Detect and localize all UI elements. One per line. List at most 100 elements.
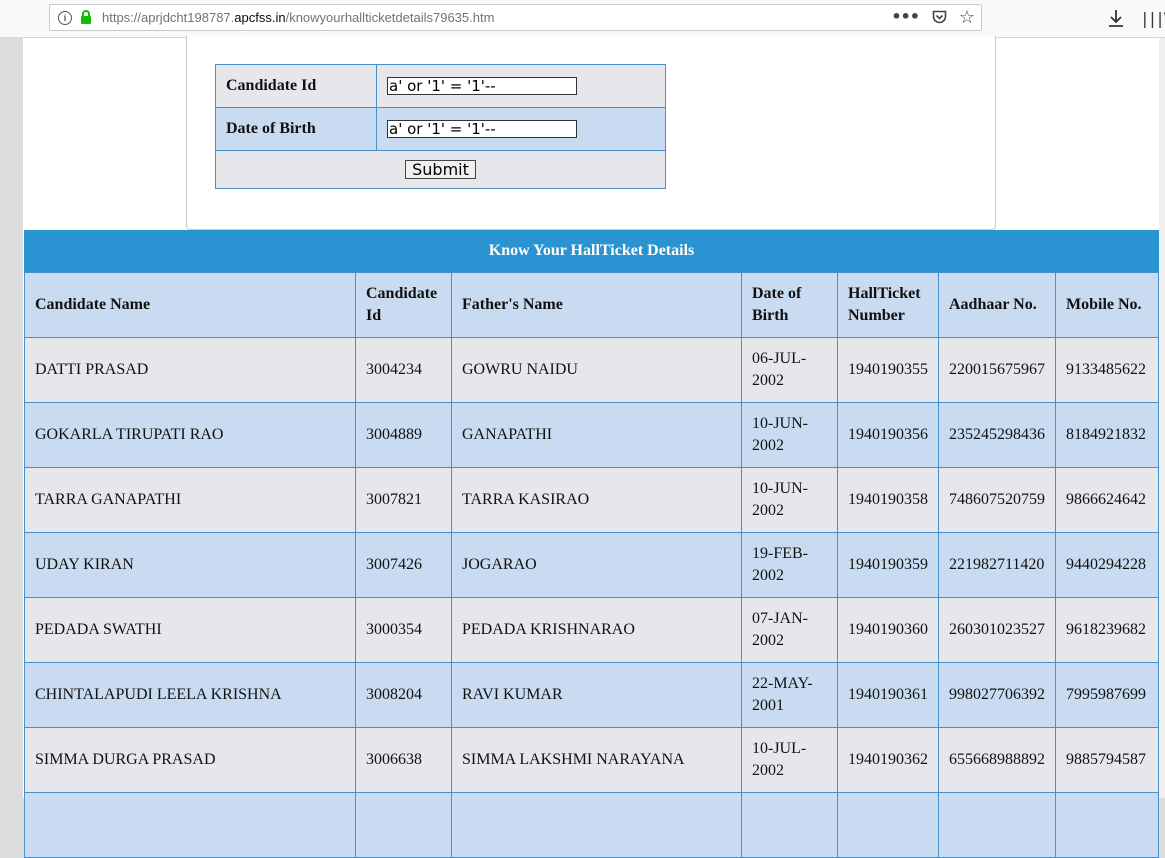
cell-candidate-id: 3007426	[355, 532, 452, 598]
library-icon[interactable]: |||\	[1140, 9, 1165, 28]
cell-hallticket-number: 1940190359	[837, 532, 939, 598]
cell-mobile-no: 8184921832	[1055, 402, 1159, 468]
cell-candidate-id: 3000354	[355, 597, 452, 663]
table-row: DATTI PRASAD 3004234 GOWRU NAIDU 06-JUL-200…	[24, 337, 1159, 403]
pocket-icon[interactable]	[932, 10, 947, 24]
candidate-id-label: Candidate Id	[215, 64, 377, 108]
cell-date-of-birth: 19-FEB-2002	[741, 532, 838, 598]
header-date-of-birth: Date of Birth	[741, 272, 838, 338]
cell-hallticket-number: 1940190362	[837, 727, 939, 793]
cell-aadhaar-no: 655668988892	[938, 727, 1056, 793]
submit-row: Submit	[215, 150, 666, 189]
cell-mobile-no: 9866624642	[1055, 467, 1159, 533]
cell-fathers-name: RAVI KUMAR	[451, 662, 742, 728]
download-icon[interactable]	[1107, 8, 1125, 28]
cell-candidate-name: CHINTALAPUDI LEELA KRISHNA	[24, 662, 356, 728]
table-row: CHINTALAPUDI LEELA KRISHNA 3008204 RAVI KU…	[24, 662, 1159, 728]
header-candidate-name: Candidate Name	[24, 272, 356, 338]
cell-date-of-birth: 10-JUN-2002	[741, 402, 838, 468]
submit-button[interactable]: Submit	[405, 159, 476, 179]
cell-candidate-id	[355, 792, 452, 858]
cell-fathers-name: GOWRU NAIDU	[451, 337, 742, 403]
table-row	[24, 792, 1159, 858]
cell-hallticket-number: 1940190360	[837, 597, 939, 663]
candidate-id-input[interactable]	[387, 76, 577, 95]
candidate-id-row: Candidate Id	[215, 64, 666, 108]
cell-mobile-no: 9440294228	[1055, 532, 1159, 598]
cell-mobile-no: 9885794587	[1055, 727, 1159, 793]
cell-fathers-name: PEDADA KRISHNARAO	[451, 597, 742, 663]
table-header: Candidate Name Candidate Id Father's Nam…	[24, 272, 1159, 338]
cell-aadhaar-no: 220015675967	[938, 337, 1056, 403]
cell-hallticket-number: 1940190356	[837, 402, 939, 468]
header-row: Candidate Name Candidate Id Father's Nam…	[24, 272, 1159, 338]
cell-candidate-name: TARRA GANAPATHI	[24, 467, 356, 533]
table-row: SIMMA DURGA PRASAD 3006638 SIMMA LAKSHMI N…	[24, 727, 1159, 793]
cell-candidate-name: GOKARLA TIRUPATI RAO	[24, 402, 356, 468]
cell-candidate-name	[24, 792, 356, 858]
cell-date-of-birth: 22-MAY-2001	[741, 662, 838, 728]
dob-label: Date of Birth	[215, 107, 377, 151]
search-form: Candidate Id Date of Birth Submit	[215, 64, 666, 189]
header-aadhaar-no: Aadhaar No.	[938, 272, 1056, 338]
hallticket-table: Know Your HallTicket Details Candidate N…	[24, 230, 1159, 858]
address-bar[interactable]: i https://aprjdcht198787.apcfss.in/knowy…	[49, 4, 982, 31]
cell-aadhaar-no: 748607520759	[938, 467, 1056, 533]
cell-hallticket-number: 1940190358	[837, 467, 939, 533]
cell-date-of-birth: 10-JUN-2002	[741, 467, 838, 533]
cell-candidate-id: 3007821	[355, 467, 452, 533]
cell-aadhaar-no: 235245298436	[938, 402, 1056, 468]
header-fathers-name: Father's Name	[451, 272, 742, 338]
cell-candidate-id: 3004889	[355, 402, 452, 468]
cell-fathers-name: SIMMA LAKSHMI NARAYANA	[451, 727, 742, 793]
cell-hallticket-number	[837, 792, 939, 858]
cell-candidate-id: 3008204	[355, 662, 452, 728]
cell-candidate-id: 3004234	[355, 337, 452, 403]
table-row: GOKARLA TIRUPATI RAO 3004889 GANAPATHI 10-J…	[24, 402, 1159, 468]
header-hallticket-number: HallTicket Number	[837, 272, 939, 338]
table-body: DATTI PRASAD 3004234 GOWRU NAIDU 06-JUL-200…	[24, 337, 1159, 858]
table-row: PEDADA SWATHI 3000354 PEDADA KRISHNARAO 07-…	[24, 597, 1159, 663]
cell-candidate-name: DATTI PRASAD	[24, 337, 356, 403]
submit-cell: Submit	[215, 150, 666, 189]
cell-candidate-name: UDAY KIRAN	[24, 532, 356, 598]
url-prefix: https://aprjdcht198787.	[102, 10, 235, 25]
candidate-id-cell	[376, 64, 666, 108]
cell-aadhaar-no: 998027706392	[938, 662, 1056, 728]
cell-fathers-name	[451, 792, 742, 858]
dob-input[interactable]	[387, 119, 577, 138]
bookmark-star-icon[interactable]: ☆	[959, 7, 975, 28]
page-actions-icon[interactable]: •••	[891, 7, 920, 26]
cell-hallticket-number: 1940190355	[837, 337, 939, 403]
cell-mobile-no: 9618239682	[1055, 597, 1159, 663]
cell-mobile-no: 7995987699	[1055, 662, 1159, 728]
page-scrollbar[interactable]	[1159, 38, 1165, 798]
cell-candidate-name: PEDADA SWATHI	[24, 597, 356, 663]
cell-date-of-birth: 10-JUL-2002	[741, 727, 838, 793]
url-domain: apcfss.in	[234, 10, 286, 25]
header-mobile-no: Mobile No.	[1055, 272, 1159, 338]
cell-fathers-name: JOGARAO	[451, 532, 742, 598]
dob-cell	[376, 107, 666, 151]
dob-row: Date of Birth	[215, 107, 666, 151]
cell-hallticket-number: 1940190361	[837, 662, 939, 728]
table-row: UDAY KIRAN 3007426 JOGARAO 19-FEB-2002 19401…	[24, 532, 1159, 598]
table-row: TARRA GANAPATHI 3007821 TARRA KASIRAO 10-JU…	[24, 467, 1159, 533]
cell-aadhaar-no: 221982711420	[938, 532, 1056, 598]
cell-aadhaar-no	[938, 792, 1056, 858]
cell-mobile-no	[1055, 792, 1159, 858]
info-icon[interactable]: i	[58, 11, 72, 25]
lock-icon[interactable]	[80, 10, 92, 24]
cell-date-of-birth: 07-JAN-2002	[741, 597, 838, 663]
cell-candidate-id: 3006638	[355, 727, 452, 793]
cell-mobile-no: 9133485622	[1055, 337, 1159, 403]
cell-aadhaar-no: 260301023527	[938, 597, 1056, 663]
cell-date-of-birth	[741, 792, 838, 858]
url-path: /knowyourhallticketdetails79635.htm	[285, 10, 495, 25]
cell-candidate-name: SIMMA DURGA PRASAD	[24, 727, 356, 793]
url-text[interactable]: https://aprjdcht198787.apcfss.in/knowyou…	[102, 10, 494, 25]
cell-fathers-name: TARRA KASIRAO	[451, 467, 742, 533]
web-page: Candidate Id Date of Birth Submit Know Y…	[23, 36, 1159, 858]
cell-fathers-name: GANAPATHI	[451, 402, 742, 468]
table-title: Know Your HallTicket Details	[24, 230, 1159, 272]
